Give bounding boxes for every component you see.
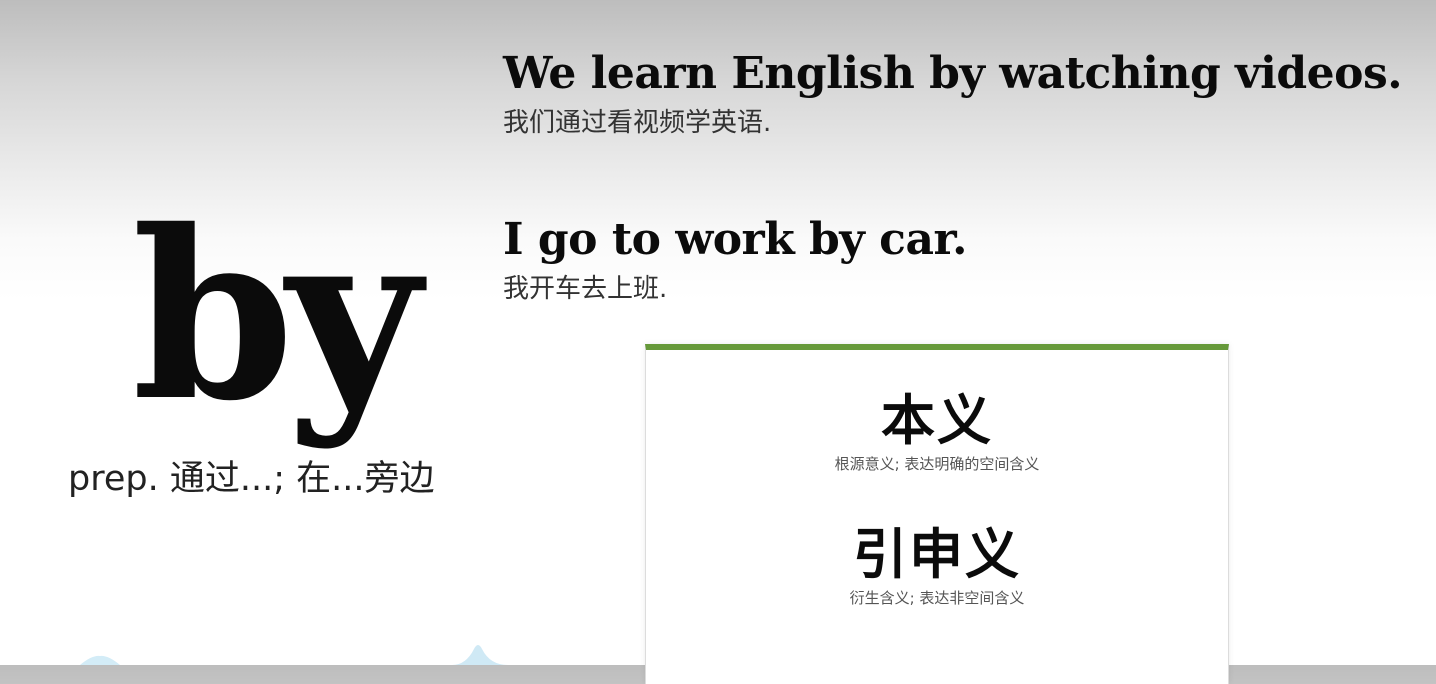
meaning-title: 引申义 — [853, 522, 1021, 586]
example-english: We learn English by watching videos. — [503, 48, 1403, 99]
decorative-wave-right — [452, 645, 508, 665]
meaning-subtitle: 根源意义; 表达明确的空间含义 — [834, 455, 1040, 473]
example-sentence: We learn English by watching videos. 我们通… — [503, 48, 1403, 140]
headword: by — [132, 179, 421, 452]
meaning-subtitle: 衍生含义; 表达非空间含义 — [849, 589, 1025, 607]
meaning-literal: 本义 根源意义; 表达明确的空间含义 — [646, 388, 1228, 474]
example-chinese: 我开车去上班. — [503, 274, 668, 304]
decorative-wave-left — [80, 655, 120, 665]
example-sentence: I go to work by car. 我开车去上班. — [503, 214, 967, 306]
meaning-card: 本义 根源意义; 表达明确的空间含义 引申义 衍生含义; 表达非空间含义 — [645, 344, 1229, 684]
word-definition: prep. 通过...; 在...旁边 — [68, 459, 435, 499]
meaning-title: 本义 — [881, 388, 993, 452]
example-english: I go to work by car. — [503, 214, 967, 265]
example-chinese: 我们通过看视频学英语. — [503, 108, 772, 138]
word-block: by prep. 通过...; 在...旁边 — [0, 200, 500, 520]
meaning-extended: 引申义 衍生含义; 表达非空间含义 — [646, 522, 1228, 608]
